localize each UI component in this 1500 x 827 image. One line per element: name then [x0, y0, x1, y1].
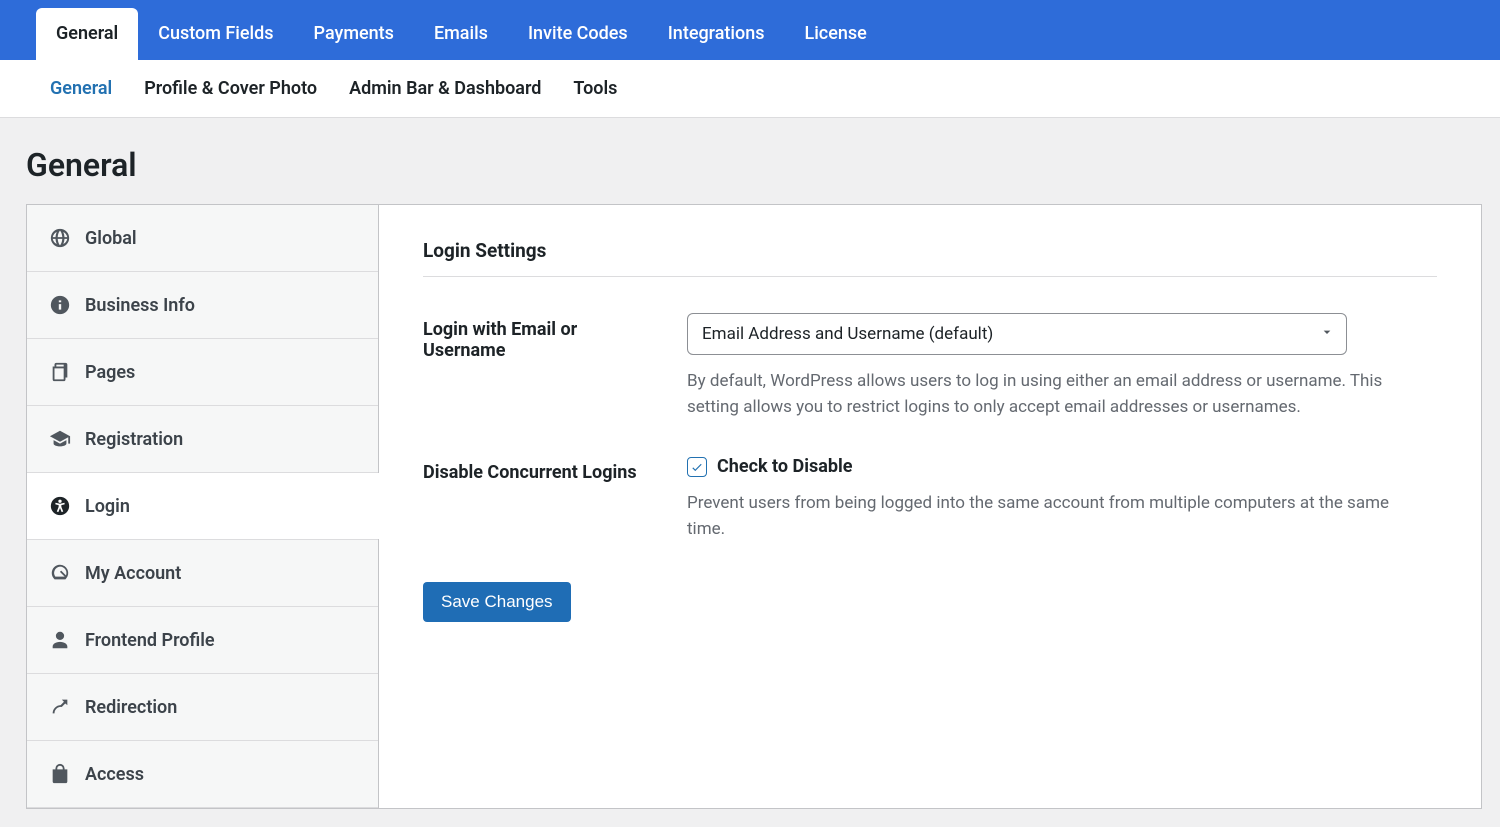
tab-custom-fields[interactable]: Custom Fields	[138, 8, 293, 60]
tab-payments[interactable]: Payments	[294, 8, 414, 60]
subtab-tools[interactable]: Tools	[573, 78, 635, 99]
sidebar-item-label: Registration	[85, 429, 183, 450]
dashboard-icon	[49, 562, 71, 584]
bag-icon	[49, 763, 71, 785]
field-description: Prevent users from being logged into the…	[687, 491, 1427, 542]
subtab-admin-bar[interactable]: Admin Bar & Dashboard	[349, 78, 559, 99]
save-changes-button[interactable]: Save Changes	[423, 582, 571, 622]
section-title: Login Settings	[423, 239, 1437, 277]
sidebar-item-redirection[interactable]: Redirection	[27, 674, 378, 741]
tab-emails[interactable]: Emails	[414, 8, 508, 60]
user-icon	[49, 629, 71, 651]
sidebar-item-frontend-profile[interactable]: Frontend Profile	[27, 607, 378, 674]
redirect-icon	[49, 696, 71, 718]
tab-general[interactable]: General	[36, 8, 138, 60]
graduation-icon	[49, 428, 71, 450]
sidebar-item-label: Login	[85, 496, 130, 517]
sidebar-item-label: Redirection	[85, 697, 177, 718]
sidebar-item-business-info[interactable]: Business Info	[27, 272, 378, 339]
subtab-general[interactable]: General	[36, 78, 130, 99]
sidebar-item-login[interactable]: Login	[27, 473, 378, 540]
secondary-tabs: General Profile & Cover Photo Admin Bar …	[0, 60, 1500, 118]
sidebar-item-label: Global	[85, 228, 137, 249]
field-disable-concurrent: Disable Concurrent Logins Check to Disab…	[423, 456, 1437, 542]
sidebar-item-label: My Account	[85, 563, 181, 584]
sidebar-item-label: Access	[85, 764, 144, 785]
field-login-method: Login with Email or Username Email Addre…	[423, 313, 1437, 420]
tab-invite-codes[interactable]: Invite Codes	[508, 8, 648, 60]
pages-icon	[49, 361, 71, 383]
tab-integrations[interactable]: Integrations	[648, 8, 785, 60]
checkbox-label: Check to Disable	[717, 456, 853, 477]
settings-panel: Global Business Info Pages Registration …	[26, 204, 1482, 809]
sidebar-item-label: Pages	[85, 362, 135, 383]
field-label: Login with Email or Username	[423, 313, 663, 420]
sidebar-item-access[interactable]: Access	[27, 741, 378, 808]
field-label: Disable Concurrent Logins	[423, 456, 663, 542]
check-icon	[690, 460, 704, 474]
settings-sidebar: Global Business Info Pages Registration …	[27, 205, 379, 808]
sidebar-item-pages[interactable]: Pages	[27, 339, 378, 406]
login-method-select[interactable]: Email Address and Username (default)	[687, 313, 1347, 355]
tab-license[interactable]: License	[785, 8, 887, 60]
globe-icon	[49, 227, 71, 249]
sidebar-item-label: Business Info	[85, 295, 195, 316]
sidebar-item-my-account[interactable]: My Account	[27, 540, 378, 607]
disable-concurrent-checkbox[interactable]	[687, 457, 707, 477]
primary-tabs: General Custom Fields Payments Emails In…	[0, 0, 1500, 60]
accessibility-icon	[49, 495, 71, 517]
sidebar-item-label: Frontend Profile	[85, 630, 215, 651]
field-description: By default, WordPress allows users to lo…	[687, 369, 1427, 420]
sidebar-item-global[interactable]: Global	[27, 205, 378, 272]
info-icon	[49, 294, 71, 316]
sidebar-item-registration[interactable]: Registration	[27, 406, 378, 473]
page-title: General	[0, 118, 1500, 204]
subtab-profile-cover[interactable]: Profile & Cover Photo	[144, 78, 335, 99]
settings-content: Login Settings Login with Email or Usern…	[379, 205, 1481, 808]
